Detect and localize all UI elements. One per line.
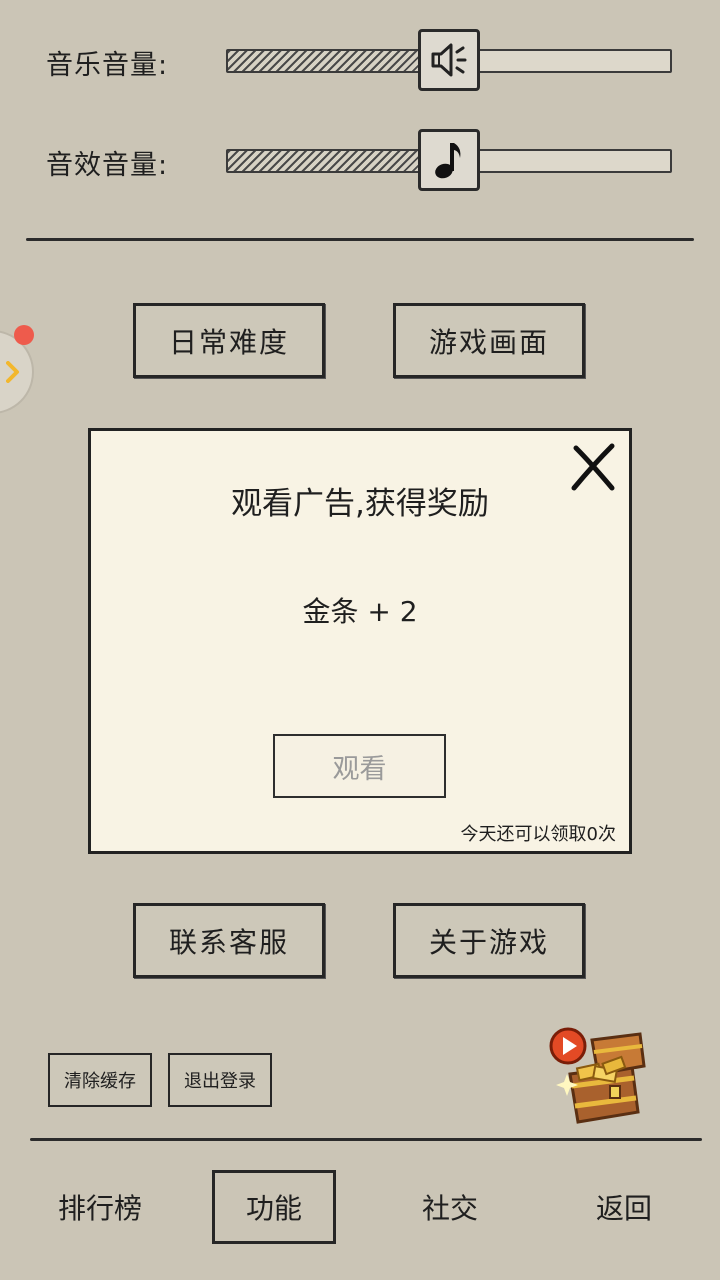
difficulty-button[interactable]: 日常难度	[133, 303, 325, 378]
divider-bottom	[30, 1138, 702, 1141]
dialog-reward-text: 金条 + 2	[302, 595, 418, 628]
nav-functions[interactable]: 功能	[212, 1170, 336, 1244]
music-volume-knob[interactable]	[418, 29, 480, 91]
logout-button[interactable]: 退出登录	[168, 1053, 272, 1107]
music-note-icon	[435, 143, 461, 179]
speaker-icon	[431, 43, 467, 77]
remaining-claims-text: 今天还可以领取0次	[460, 824, 616, 845]
divider-top	[26, 238, 694, 241]
notification-dot	[14, 325, 34, 345]
music-volume-label: 音乐音量:	[46, 50, 169, 81]
contact-support-button[interactable]: 联系客服	[133, 903, 325, 978]
about-game-button[interactable]: 关于游戏	[393, 903, 585, 978]
watch-ad-button[interactable]: 观看	[273, 734, 446, 798]
nav-leaderboard[interactable]: 排行榜	[40, 1172, 160, 1242]
clear-cache-button[interactable]: 清除缓存	[48, 1053, 152, 1107]
chevron-right-icon	[6, 361, 19, 383]
nav-back[interactable]: 返回	[564, 1172, 684, 1242]
sfx-volume-label: 音效音量:	[46, 150, 169, 181]
graphics-button[interactable]: 游戏画面	[393, 303, 585, 378]
nav-social[interactable]: 社交	[390, 1172, 510, 1242]
music-volume-fill	[228, 51, 424, 71]
sfx-volume-fill	[228, 151, 424, 171]
treasure-chest-icon[interactable]	[548, 1026, 652, 1130]
close-icon[interactable]	[568, 442, 620, 494]
sfx-volume-knob[interactable]	[418, 129, 480, 191]
